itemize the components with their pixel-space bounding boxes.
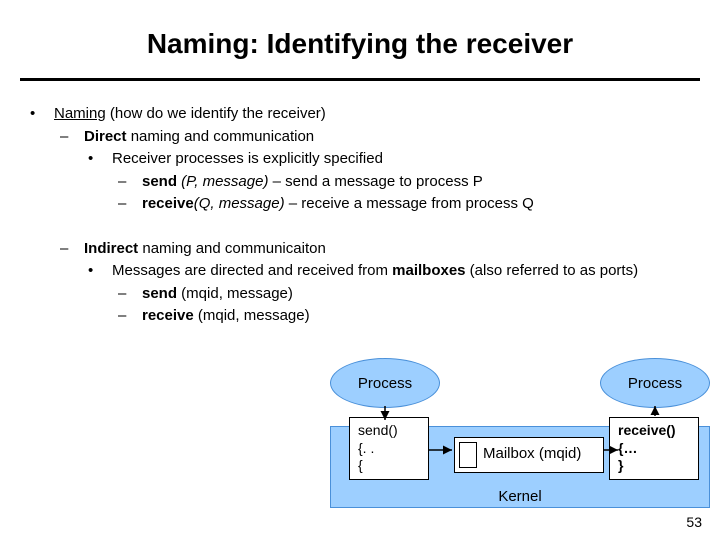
recv-code-l1: receive()	[618, 422, 690, 440]
send-line: – send (P, message) – send a message to …	[118, 171, 700, 194]
direct-sub: • Receiver processes is explicitly speci…	[88, 148, 700, 171]
send-text: send (P, message) – send a message to pr…	[142, 171, 700, 194]
recv-line: – receive(Q, message) – receive a messag…	[118, 193, 700, 216]
send-args: (P, message)	[177, 173, 268, 190]
direct-bold: Direct	[84, 128, 127, 145]
isend-line: – send (mqid, message)	[118, 283, 700, 306]
indirect-rest: naming and communicaiton	[138, 240, 326, 257]
process-oval-left: Process	[330, 358, 440, 408]
dash: –	[118, 283, 142, 306]
send-code-box: send() {. . {	[349, 417, 429, 480]
kernel-label: Kernel	[498, 488, 541, 505]
mailbox-label: Mailbox (mqid)	[483, 445, 581, 462]
mailbox-box: Mailbox (mqid)	[454, 437, 604, 473]
mailbox-slot	[459, 442, 477, 468]
dot: •	[88, 260, 112, 283]
direct-rest: naming and communication	[127, 128, 315, 145]
irecv-rest: (mqid, message)	[194, 307, 310, 324]
send-rest: – send a message to process P	[268, 173, 482, 190]
recv-text: receive(Q, message) – receive a message …	[142, 193, 700, 216]
dash: –	[118, 171, 142, 194]
indirect-sub-text: Messages are directed and received from …	[112, 260, 700, 283]
irecv-bold: receive	[142, 307, 194, 324]
dash: –	[60, 126, 84, 149]
send-code-l2: {. .	[358, 440, 420, 458]
naming-rest: (how do we identify the receiver)	[106, 105, 326, 122]
diagram: Process Process send() {. . { Mailbox (m…	[330, 358, 710, 518]
dash: –	[60, 238, 84, 261]
isend-text: send (mqid, message)	[142, 283, 700, 306]
recv-code-l3: }	[618, 457, 690, 475]
indirect-sub-b: mailboxes	[392, 262, 465, 279]
naming-underline: Naming	[54, 105, 106, 122]
indirect-line: – Indirect naming and communicaiton	[60, 238, 700, 261]
indirect-sub-c: (also referred to as ports)	[466, 262, 639, 279]
indirect-sub-a: Messages are directed and received from	[112, 262, 392, 279]
bullet-naming: • Naming (how do we identify the receive…	[30, 103, 700, 126]
send-bold: send	[142, 173, 177, 190]
direct-line: – Direct naming and communication	[60, 126, 700, 149]
kernel-box: send() {. . { Mailbox (mqid) receive() {…	[330, 426, 710, 508]
recv-rest: – receive a message from process Q	[285, 195, 534, 212]
indirect-bold: Indirect	[84, 240, 138, 257]
send-code-l1: send()	[358, 422, 420, 440]
recv-bold: receive	[142, 195, 194, 212]
dash: –	[118, 305, 142, 328]
title-rule	[20, 78, 700, 81]
process-oval-right: Process	[600, 358, 710, 408]
recv-code-box: receive() {… }	[609, 417, 699, 480]
isend-bold: send	[142, 285, 177, 302]
bullet-text: Naming (how do we identify the receiver)	[54, 103, 700, 126]
gap	[30, 216, 700, 238]
direct-text: Direct naming and communication	[84, 126, 700, 149]
isend-rest: (mqid, message)	[177, 285, 293, 302]
process-label-left: Process	[358, 375, 412, 392]
recv-code-l2: {…	[618, 440, 690, 458]
indirect-sub: • Messages are directed and received fro…	[88, 260, 700, 283]
slide-title: Naming: Identifying the receiver	[0, 0, 720, 78]
irecv-text: receive (mqid, message)	[142, 305, 700, 328]
content: • Naming (how do we identify the receive…	[30, 103, 700, 328]
process-label-right: Process	[628, 375, 682, 392]
indirect-text: Indirect naming and communicaiton	[84, 238, 700, 261]
irecv-line: – receive (mqid, message)	[118, 305, 700, 328]
page-number: 53	[686, 514, 702, 530]
recv-args: (Q, message)	[194, 195, 285, 212]
slide: Naming: Identifying the receiver • Namin…	[0, 0, 720, 540]
direct-sub-text: Receiver processes is explicitly specifi…	[112, 148, 700, 171]
dash: –	[118, 193, 142, 216]
send-code-l3: {	[358, 457, 420, 475]
bullet-dot: •	[30, 103, 54, 126]
dot: •	[88, 148, 112, 171]
